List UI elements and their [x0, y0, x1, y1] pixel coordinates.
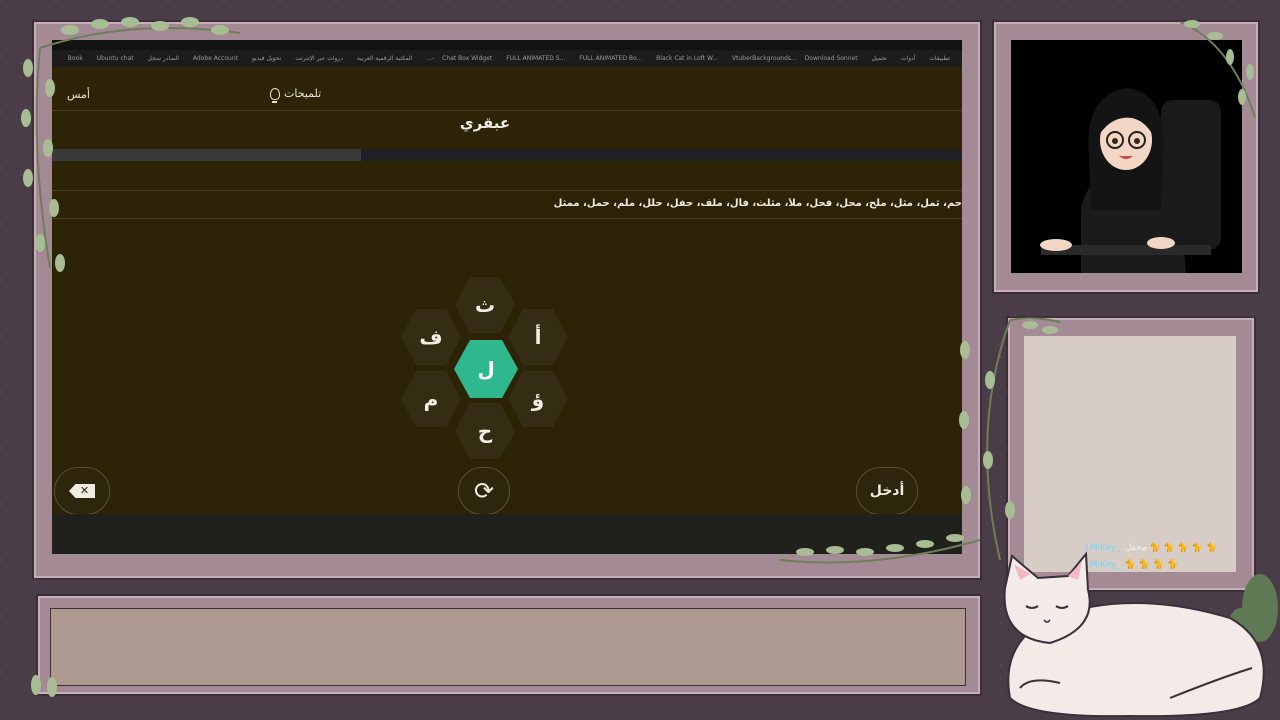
bookmark-item[interactable]: Black Cat in Loft W...	[656, 55, 718, 62]
vine-decoration-icon	[31, 675, 57, 697]
letter-hex-top[interactable]: ث	[455, 277, 515, 333]
bookmark-item[interactable]: FULL ANIMATED S...	[506, 55, 565, 62]
refresh-icon: ⟳	[473, 477, 495, 505]
sleeping-cat-illustration	[1003, 551, 1278, 718]
backspace-icon: ✕	[69, 484, 95, 498]
bookmark-item[interactable]: دروات عبر الإنترنت	[295, 55, 343, 62]
caption-box	[50, 608, 966, 686]
shuffle-button[interactable]: ⟳	[458, 467, 510, 515]
bookmark-item[interactable]: تحويل فيديو	[252, 55, 281, 62]
hints-button[interactable]: تلميحات	[270, 87, 322, 103]
lightbulb-icon	[270, 87, 280, 103]
bookmark-item[interactable]: المكتبة الرقمية العربية	[357, 55, 413, 62]
vine-decoration-icon	[1179, 20, 1256, 118]
bookmark-item[interactable]: تطبيقات	[929, 55, 950, 62]
hints-label: تلميحات	[284, 87, 322, 100]
letter-hex-center[interactable]: ل	[454, 340, 518, 398]
bookmark-item[interactable]: FULL ANIMATED Bo...	[579, 55, 642, 62]
vine-decoration-icon	[21, 17, 241, 272]
bookmark-item[interactable]: تحميل	[871, 55, 886, 62]
vine-decoration-icon	[779, 534, 981, 564]
bookmark-item[interactable]: Chat Box Widget	[442, 55, 492, 62]
letter-hex-upper-right[interactable]: أ	[508, 309, 568, 365]
delete-button[interactable]: ✕	[54, 467, 110, 515]
bookmark-item[interactable]: VtuberBackgrounds...	[732, 55, 797, 62]
letter-hex-bottom[interactable]: ح	[455, 403, 515, 459]
letter-hex-lower-left[interactable]: م	[401, 371, 461, 427]
letter-hex-lower-right[interactable]: ؤ	[508, 371, 568, 427]
bookmark-item[interactable]: أدوات	[901, 55, 916, 62]
letter-hex-upper-left[interactable]: ف	[401, 309, 461, 365]
enter-button[interactable]: أدخل	[856, 467, 918, 515]
